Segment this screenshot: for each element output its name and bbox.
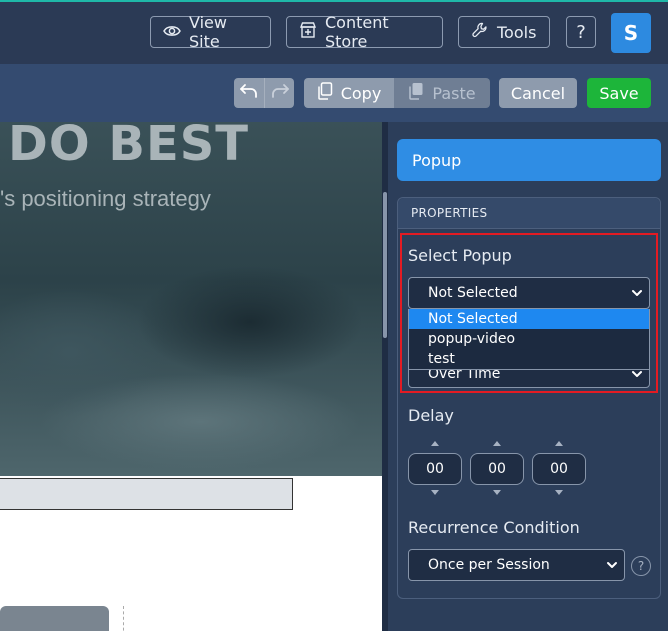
eye-icon: [163, 23, 181, 42]
properties-heading: PROPERTIES: [398, 198, 660, 229]
undo-redo-group: [234, 78, 294, 108]
save-button[interactable]: Save: [587, 78, 651, 108]
copy-button[interactable]: Copy: [304, 78, 394, 108]
avatar[interactable]: S: [611, 13, 651, 53]
wrench-icon: [471, 21, 489, 43]
panel-header-label: Popup: [412, 150, 462, 170]
hours-increment-icon[interactable]: [431, 441, 439, 446]
delay-minutes-input[interactable]: 00: [470, 453, 524, 485]
highlight-annotation: [400, 233, 658, 393]
undo-icon: [239, 83, 259, 103]
cancel-button[interactable]: Cancel: [499, 78, 577, 108]
help-icon[interactable]: ?: [631, 556, 651, 576]
minutes-increment-icon[interactable]: [493, 441, 501, 446]
view-site-label: View Site: [189, 13, 227, 51]
copy-label: Copy: [340, 83, 382, 103]
editor-canvas[interactable]: DO BEST 's positioning strategy: [0, 122, 382, 631]
panel-header-popup[interactable]: Popup: [397, 139, 661, 181]
redo-icon: [270, 83, 290, 103]
recurrence-select[interactable]: Once per Session: [408, 549, 625, 581]
seconds-increment-icon[interactable]: [555, 441, 563, 446]
hero-title: DO BEST: [8, 122, 250, 172]
canvas-scrollbar-thumb[interactable]: [383, 192, 387, 338]
delay-seconds-input[interactable]: 00: [532, 453, 586, 485]
help-icon-glyph: ?: [637, 559, 645, 573]
view-site-button[interactable]: View Site: [150, 13, 271, 51]
canvas-image-thumbnail[interactable]: [0, 606, 109, 631]
canvas-input-block[interactable]: [0, 478, 293, 510]
redo-button[interactable]: [264, 78, 294, 108]
properties-title: PROPERTIES: [411, 206, 488, 220]
hero-subtitle: 's positioning strategy: [0, 186, 211, 211]
tools-button[interactable]: Tools: [458, 16, 550, 48]
chevron-down-icon: [606, 559, 618, 575]
hero-background-image: DO BEST 's positioning strategy: [0, 122, 382, 476]
help-button[interactable]: ?: [566, 16, 596, 48]
column-divider: [123, 606, 124, 631]
undo-button[interactable]: [234, 78, 264, 108]
avatar-initial: S: [623, 21, 639, 45]
seconds-decrement-icon[interactable]: [555, 490, 563, 495]
recurrence-value: Once per Session: [428, 557, 550, 573]
copy-paste-group: Copy Paste: [304, 78, 490, 108]
paste-icon: [408, 82, 424, 104]
tools-label: Tools: [497, 22, 537, 42]
save-label: Save: [599, 83, 639, 103]
content-store-label: Content Store: [325, 13, 389, 51]
hours-decrement-icon[interactable]: [431, 490, 439, 495]
content-store-button[interactable]: Content Store: [286, 13, 443, 51]
paste-button[interactable]: Paste: [394, 78, 490, 108]
help-button-label: ?: [576, 21, 586, 43]
delay-label: Delay: [408, 406, 454, 425]
store-icon: [299, 21, 317, 43]
paste-label: Paste: [432, 83, 476, 103]
delay-hours-input[interactable]: 00: [408, 453, 462, 485]
minutes-decrement-icon[interactable]: [493, 490, 501, 495]
recurrence-label: Recurrence Condition: [408, 518, 580, 537]
copy-icon: [317, 82, 333, 104]
cancel-label: Cancel: [510, 83, 566, 103]
